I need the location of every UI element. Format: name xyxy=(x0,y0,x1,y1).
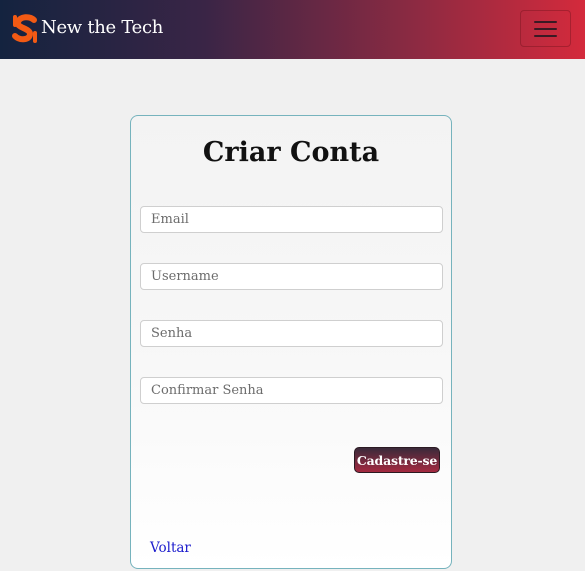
brand-name[interactable]: New the Tech xyxy=(41,16,163,40)
username-field[interactable] xyxy=(140,263,443,290)
page-title: Criar Conta xyxy=(202,137,380,168)
back-link[interactable]: Voltar xyxy=(150,539,191,557)
email-field[interactable] xyxy=(140,206,443,233)
confirm-password-field[interactable] xyxy=(140,377,443,404)
signup-card: Criar Conta Cadastre-se Voltar xyxy=(130,115,452,569)
top-navbar: New the Tech xyxy=(0,0,585,59)
menu-toggle-button[interactable] xyxy=(520,10,571,47)
s-logo-icon[interactable] xyxy=(10,14,40,44)
password-field[interactable] xyxy=(140,320,443,347)
signup-button[interactable]: Cadastre-se xyxy=(354,447,440,473)
